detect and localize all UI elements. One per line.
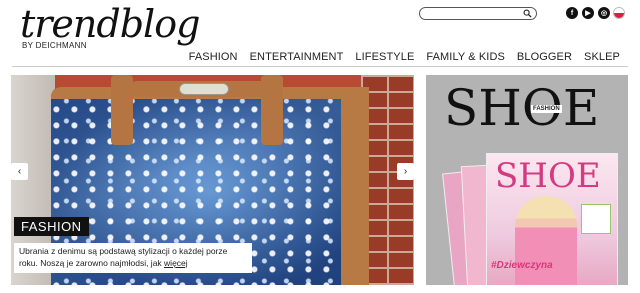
magazine-cover-front: SHOE #Dziewczyna [486,153,618,285]
slider-prev-button[interactable]: ‹ [11,163,28,180]
read-more-link[interactable]: więcej [164,258,188,268]
nav-item-fashion[interactable]: FASHION [189,51,238,63]
poland-flag-icon[interactable] [613,7,625,19]
search-input[interactable] [420,13,520,24]
slide-caption: Ubrania z denimu są podstawą stylizacji … [14,243,252,273]
bag-leather-edge [341,87,369,285]
social-links: f ▶ ◎ [566,7,610,19]
bag-handle-right [261,75,283,145]
nav-item-lifestyle[interactable]: LIFESTYLE [355,51,414,63]
bag-logo-plate [179,83,229,95]
header-divider [12,66,628,67]
cover-model-image [515,196,577,285]
slider-next-button[interactable]: › [397,163,414,180]
search-icon[interactable] [523,9,532,18]
shoe-fashion-ad[interactable]: SHOE FASHION SHOE #Dziewczyna [426,75,628,285]
cover-title: SHOE [495,156,601,196]
nav-item-entertainment[interactable]: ENTERTAINMENT [250,51,344,63]
ad-title: SHOE [444,79,600,137]
caption-text: Ubrania z denimu są podstawą stylizacji … [19,246,228,268]
cover-line-text: #Dziewczyna [491,260,553,271]
facebook-icon[interactable]: f [566,7,578,19]
logo[interactable]: trendblog BY DEICHMANN [20,4,200,50]
youtube-icon[interactable]: ▶ [582,7,594,19]
logo-wordmark[interactable]: trendblog [20,4,200,44]
main-nav: FASHION ENTERTAINMENT LIFESTYLE FAMILY &… [189,51,620,63]
nav-item-sklep[interactable]: SKLEP [584,51,620,63]
category-tag[interactable]: FASHION [14,217,89,236]
ad-badge: FASHION [531,105,562,113]
bag-handle-left [111,75,133,145]
search-box[interactable] [419,7,537,24]
nav-item-blogger[interactable]: BLOGGER [517,51,572,63]
cover-inset-box [581,204,611,234]
instagram-icon[interactable]: ◎ [598,7,610,19]
nav-item-family-kids[interactable]: FAMILY & KIDS [426,51,505,63]
